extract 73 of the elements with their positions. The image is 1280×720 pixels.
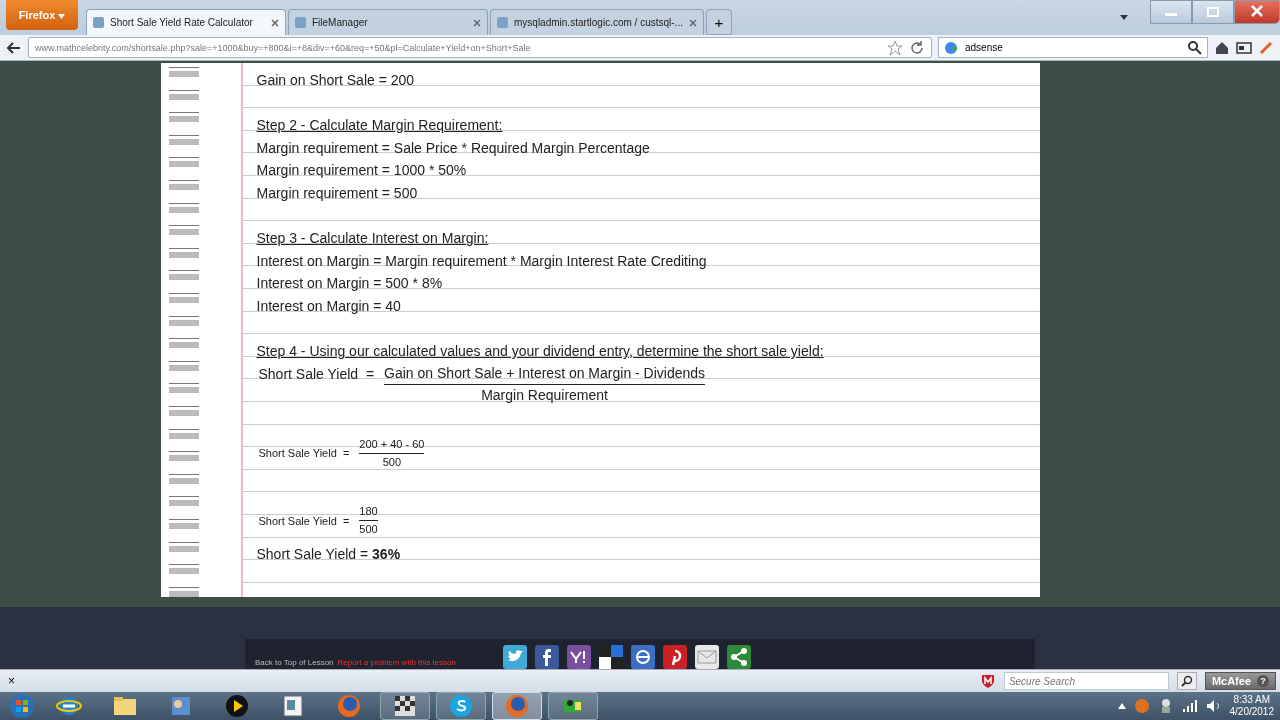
minimize-button[interactable] (1150, 0, 1192, 24)
site-icon (497, 17, 508, 28)
calculation-line: Interest on Margin = Margin requirement * Margin Interest Rate Crediting (256, 251, 707, 271)
secure-search-field[interactable]: Secure Search (1003, 672, 1169, 691)
caret-icon (58, 14, 66, 19)
calculation-line: Margin requirement = Sale Price * Required Margin Percentage (256, 138, 650, 158)
address-bar[interactable]: www.mathcelebrity.com/shortsale.php?sale=+1000&buy=+800&i=+8&div=+60&req=+50&pl=Calculate+Yield+on+Short+Sale (28, 37, 932, 58)
bookmarks-icon[interactable] (1236, 39, 1252, 56)
firefox-app-icon (503, 692, 531, 720)
share-share-icon[interactable] (727, 645, 751, 670)
browser-tab[interactable]: mysqladmin.startlogic.com / custsql-... (490, 9, 704, 35)
clock[interactable]: 8:33 AM 4/20/2012 (1229, 694, 1274, 718)
close-tab-button[interactable] (688, 18, 697, 27)
site-icon (295, 17, 306, 28)
calculation-line: Interest on Margin = 500 * 8% (256, 274, 443, 294)
tab-list-icon[interactable] (1120, 15, 1128, 20)
formula-label: Short Sale Yield = (258, 514, 350, 527)
calculation-line: Margin requirement = 1000 * 50% (256, 161, 467, 181)
browser-tab[interactable]: FileManager (288, 9, 488, 35)
player-app-icon (223, 692, 251, 720)
calculation-line: Gain on Short Sale = 200 (256, 71, 415, 90)
fraction-denominator: Margin Requirement (481, 385, 608, 405)
search-button[interactable] (1176, 672, 1197, 691)
report-problem-link[interactable]: Report a problem with this lesson (337, 658, 456, 668)
search-engine-icon[interactable] (943, 39, 959, 56)
volume-icon[interactable] (1205, 699, 1222, 713)
refresh-icon[interactable] (909, 39, 925, 56)
twitter-share-icon[interactable] (503, 645, 527, 670)
yahoo-share-icon[interactable] (567, 645, 591, 670)
skype-app-icon (447, 692, 475, 720)
formula-label: Short Sale Yield = (258, 364, 375, 384)
close-tab-button[interactable] (271, 18, 279, 27)
facebook-share-icon[interactable] (535, 645, 559, 670)
fraction-denominator: 500 (382, 454, 402, 470)
close-icon (1251, 5, 1263, 17)
signal-icon[interactable] (1181, 699, 1198, 713)
fraction-denominator: 500 (359, 522, 378, 538)
taskbar-app-button[interactable] (548, 692, 598, 720)
shield-icon (979, 673, 996, 690)
fraction-numerator: Gain on Short Sale + Interest on Margin - Dividends (384, 362, 706, 385)
close-toolbar-button[interactable]: × (8, 674, 15, 689)
pinterest-share-icon[interactable] (663, 645, 687, 670)
back-to-top-link[interactable]: Back to Top of Lesson (255, 658, 334, 668)
fraction-numerator: 200 + 40 - 60 (359, 435, 425, 454)
live-share-icon[interactable] (631, 645, 655, 670)
home-icon[interactable] (1214, 39, 1230, 56)
formula-label: Short Sale Yield = (258, 447, 350, 460)
search-icon[interactable] (1187, 39, 1203, 56)
addon-icon[interactable] (1258, 39, 1274, 56)
help-badge[interactable]: ? (1257, 675, 1269, 688)
new-tab-button[interactable]: + (705, 9, 732, 35)
close-button[interactable] (1234, 0, 1280, 24)
delicious-share-icon[interactable] (599, 645, 623, 670)
calculation-line: Interest on Margin = 40 (256, 296, 401, 316)
close-tab-button[interactable] (473, 18, 481, 27)
back-icon[interactable] (6, 39, 22, 56)
fraction-numerator: 180 (359, 503, 378, 522)
browser-tab[interactable]: Short Sale Yield Rate Calculator (86, 9, 286, 35)
step-heading: Step 2 - Calculate Margin Requirement: (256, 116, 503, 136)
maximize-button[interactable] (1192, 0, 1234, 24)
mcafee-button[interactable]: McAfee ? (1204, 672, 1276, 691)
show-hidden-icons-icon[interactable] (1117, 703, 1126, 709)
calculation-line: Short Sale Yield = 36% (256, 545, 401, 565)
step-heading: Step 3 - Calculate Interest on Margin: (256, 229, 489, 249)
taskbar-app-button[interactable] (380, 692, 430, 720)
calculation-line: Margin requirement = 500 (256, 183, 418, 203)
minimize-icon (1165, 13, 1177, 17)
search-field[interactable]: adsense (938, 37, 1208, 58)
step-heading: Step 4 - Using our calculated values and your dividend entry, determine the short sale yield: (256, 342, 824, 362)
star-icon[interactable] (887, 39, 903, 56)
firefox-app-icon (335, 692, 363, 720)
maximize-icon (1207, 7, 1219, 17)
site-icon (93, 17, 104, 28)
